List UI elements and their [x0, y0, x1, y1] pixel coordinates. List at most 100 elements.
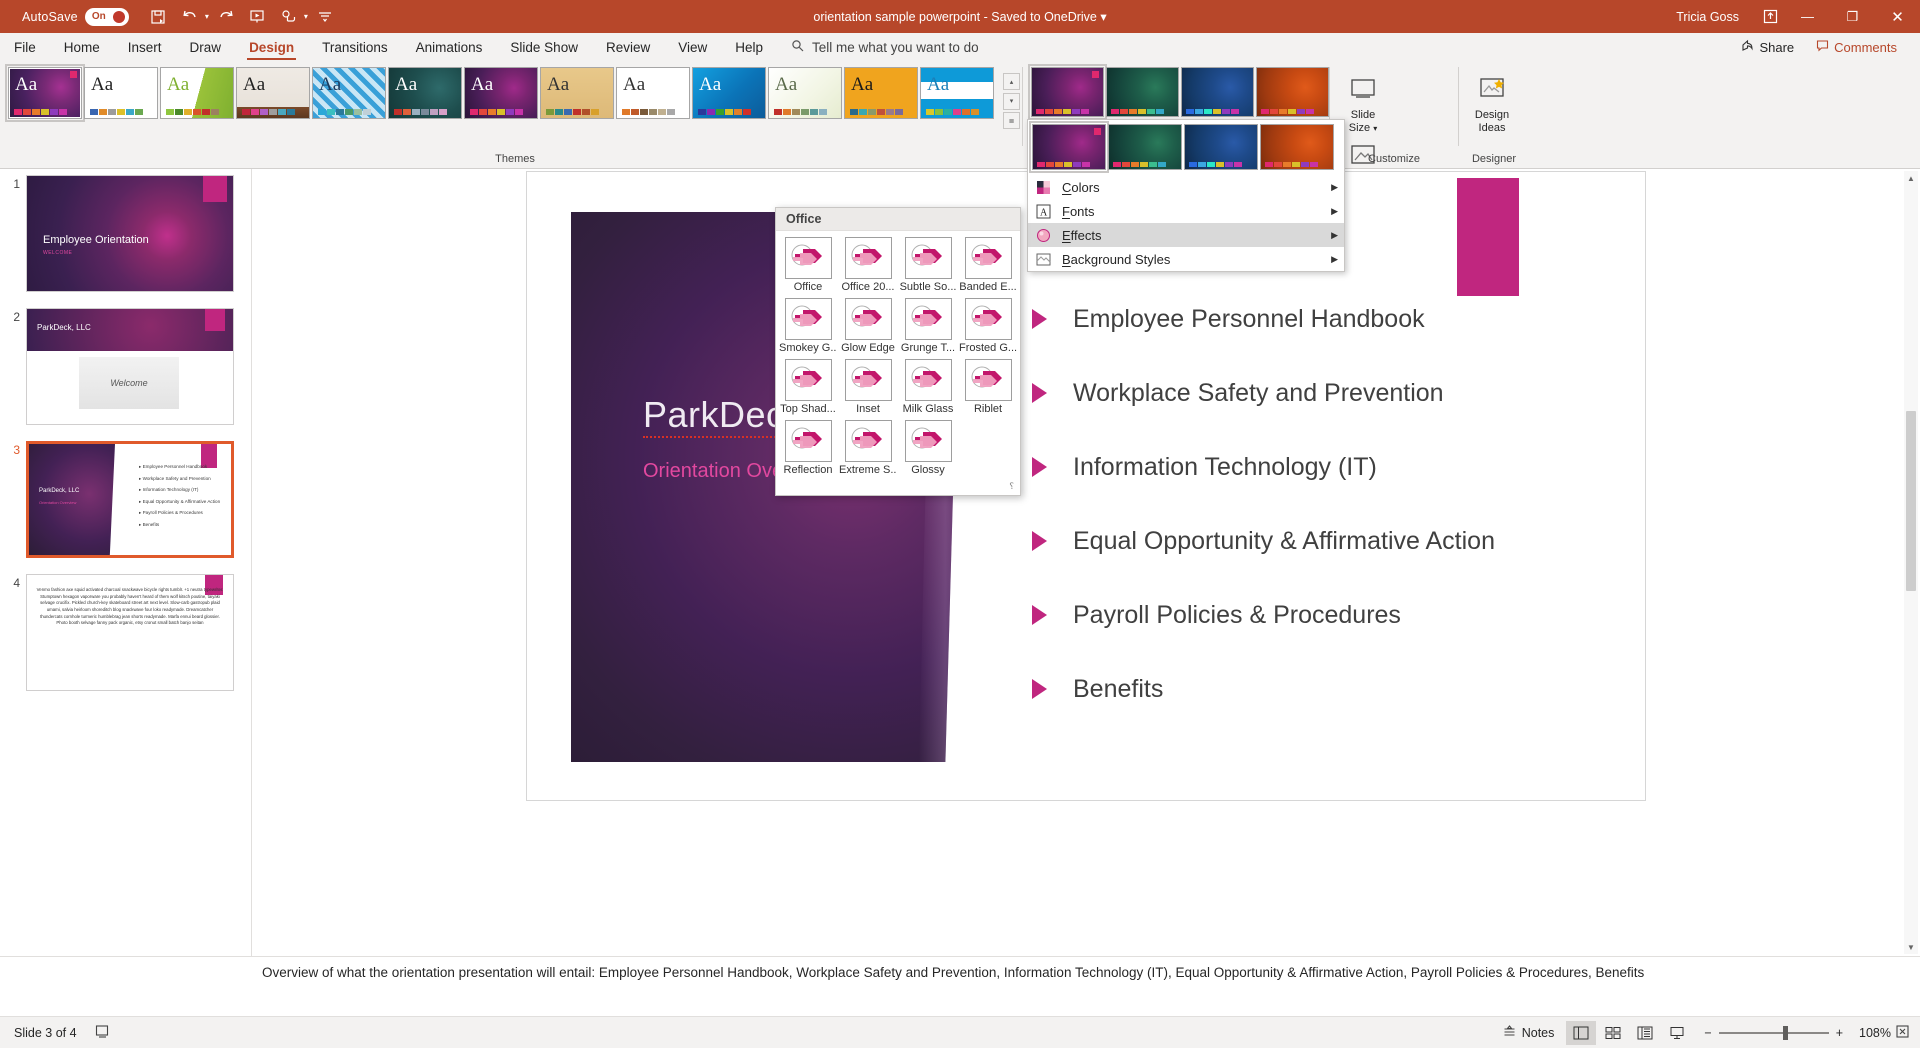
zoom-track[interactable]	[1718, 1025, 1829, 1040]
slide-thumbnail-preview[interactable]: ParkDeck, LLC Welcome	[26, 308, 234, 425]
effect-item-6[interactable]: Grunge T...	[898, 296, 958, 357]
slide-bullet-list[interactable]: Employee Personnel Handbook Workplace Saf…	[1032, 282, 1632, 726]
theme-thumb-9[interactable]: Aa	[692, 67, 766, 119]
variant-thumb-0[interactable]	[1028, 64, 1107, 120]
slide-thumbnail-preview[interactable]: Employee Orientation WELCOME	[26, 175, 234, 292]
tab-insert[interactable]: Insert	[114, 33, 176, 61]
share-button[interactable]: Share	[1732, 36, 1803, 58]
theme-thumb-4[interactable]: Aa	[312, 67, 386, 119]
effect-item-8[interactable]: Top Shad...	[778, 357, 838, 418]
slide-sorter-button[interactable]	[1598, 1021, 1628, 1045]
tab-home[interactable]: Home	[50, 33, 114, 61]
touch-caret-icon[interactable]: ▾	[304, 12, 308, 21]
theme-thumb-12[interactable]: Aa	[920, 67, 994, 119]
effect-item-1[interactable]: Office 20...	[838, 235, 898, 296]
zoom-knob[interactable]	[1782, 1025, 1788, 1040]
restore-button[interactable]: ❐	[1830, 0, 1875, 33]
comments-button[interactable]: Comments	[1807, 36, 1906, 58]
user-name[interactable]: Tricia Goss	[1676, 10, 1739, 24]
theme-thumb-8[interactable]: Aa	[616, 67, 690, 119]
slide-thumbnail-4[interactable]: 4 Venmo fashion axe squid activated charc…	[0, 574, 251, 691]
tab-view[interactable]: View	[664, 33, 721, 61]
redo-icon[interactable]	[213, 5, 240, 29]
theme-thumb-2[interactable]: Aa	[160, 67, 234, 119]
scroll-up-icon[interactable]: ▲	[1904, 171, 1918, 185]
variant-thumb-0[interactable]	[1029, 121, 1109, 173]
effect-item-7[interactable]: Frosted G...	[958, 296, 1018, 357]
slide-thumbnail-preview[interactable]: ParkDeck, LLC Orientation Overview ▸ Emplo…	[26, 441, 234, 558]
accessibility-icon[interactable]	[95, 1024, 110, 1042]
reading-view-button[interactable]	[1630, 1021, 1660, 1045]
slide-thumbnail-2[interactable]: 2 ParkDeck, LLC Welcome	[0, 308, 251, 425]
effect-item-10[interactable]: Milk Glass	[898, 357, 958, 418]
slide-thumbnail-3[interactable]: 3 ParkDeck, LLC Orientation Overview ▸ Empl…	[0, 441, 251, 558]
slide-bullet-1[interactable]: Workplace Safety and Prevention	[1032, 356, 1632, 430]
autosave-control[interactable]: AutoSave On	[22, 7, 129, 26]
variant-thumb-2[interactable]	[1181, 67, 1254, 117]
slide-thumbnail-preview[interactable]: Venmo fashion axe squid activated charco…	[26, 574, 234, 691]
theme-thumb-10[interactable]: Aa	[768, 67, 842, 119]
touch-mode-icon[interactable]	[275, 5, 302, 29]
variant-thumb-3[interactable]	[1260, 124, 1334, 170]
zoom-slider[interactable]: − +	[1704, 1025, 1843, 1040]
effect-item-13[interactable]: Extreme S...	[838, 418, 898, 479]
tab-help[interactable]: Help	[721, 33, 777, 61]
themes-gallery-scroll[interactable]: ▴ ▾ ≣	[1003, 73, 1020, 129]
customize-qat-icon[interactable]	[312, 5, 339, 29]
themes-scroll-down-icon[interactable]: ▾	[1003, 92, 1020, 110]
theme-thumb-6[interactable]: Aa	[464, 67, 538, 119]
scroll-down-icon[interactable]: ▼	[1904, 940, 1918, 954]
variant-thumb-2[interactable]	[1184, 124, 1258, 170]
effects-grid[interactable]: Office Office 20... Subtle So... Banded …	[776, 231, 1020, 481]
menu-fonts[interactable]: A Fonts ▶	[1028, 199, 1344, 223]
tab-draw[interactable]: Draw	[176, 33, 236, 61]
dropdown-variants-row[interactable]	[1028, 120, 1344, 175]
fit-to-window-button[interactable]	[1895, 1024, 1910, 1042]
tab-transitions[interactable]: Transitions	[308, 33, 402, 61]
document-title-caret-icon[interactable]: ▾	[1100, 10, 1106, 24]
close-button[interactable]: ✕	[1875, 0, 1920, 33]
themes-gallery[interactable]: Aa Aa Aa Aa Aa Aa Aa Aa Aa Aa Aa Aa Aa	[5, 64, 1022, 129]
slide-bullet-4[interactable]: Payroll Policies & Procedures	[1032, 578, 1632, 652]
theme-thumb-3[interactable]: Aa	[236, 67, 310, 119]
slide-bullet-5[interactable]: Benefits	[1032, 652, 1632, 726]
effect-item-2[interactable]: Subtle So...	[898, 235, 958, 296]
effect-item-11[interactable]: Riblet	[958, 357, 1018, 418]
themes-more-icon[interactable]: ≣	[1003, 112, 1020, 129]
notes-pane[interactable]: Overview of what the orientation present…	[0, 956, 1920, 1016]
minimize-button[interactable]: —	[1785, 0, 1830, 33]
slide-vertical-scrollbar[interactable]: ▲ ▼	[1904, 171, 1918, 954]
variant-thumb-1[interactable]	[1108, 124, 1182, 170]
theme-thumb-1[interactable]: Aa	[84, 67, 158, 119]
effect-item-4[interactable]: Smokey G...	[778, 296, 838, 357]
slide-bullet-3[interactable]: Equal Opportunity & Affirmative Action	[1032, 504, 1632, 578]
menu-colors[interactable]: Colors ▶	[1028, 175, 1344, 199]
effect-item-5[interactable]: Glow Edge	[838, 296, 898, 357]
autosave-toggle[interactable]: On	[84, 7, 129, 26]
design-ideas-button[interactable]: Design Ideas	[1463, 67, 1521, 134]
menu-background-styles[interactable]: Background Styles ▶	[1028, 247, 1344, 271]
menu-effects[interactable]: Effects ▶	[1028, 223, 1344, 247]
start-slideshow-icon[interactable]	[244, 5, 271, 29]
slideshow-button[interactable]	[1662, 1021, 1692, 1045]
effect-item-9[interactable]: Inset	[838, 357, 898, 418]
resize-grip-icon[interactable]: ⸮	[776, 481, 1020, 495]
themes-scroll-up-icon[interactable]: ▴	[1003, 73, 1020, 90]
theme-thumb-11[interactable]: Aa	[844, 67, 918, 119]
tab-file[interactable]: File	[0, 33, 50, 61]
undo-icon[interactable]	[176, 5, 203, 29]
normal-view-button[interactable]	[1566, 1020, 1597, 1045]
slide-thumbnail-pane[interactable]: 1 Employee Orientation WELCOME 2 ParkDeck, L…	[0, 169, 252, 956]
tab-animations[interactable]: Animations	[402, 33, 497, 61]
zoom-in-button[interactable]: +	[1836, 1026, 1843, 1040]
tab-slide-show[interactable]: Slide Show	[496, 33, 592, 61]
slide-bullet-2[interactable]: Information Technology (IT)	[1032, 430, 1632, 504]
slide-counter[interactable]: Slide 3 of 4	[14, 1026, 77, 1040]
notes-toggle-button[interactable]: Notes	[1495, 1023, 1563, 1043]
variant-thumb-3[interactable]	[1256, 67, 1329, 117]
undo-caret-icon[interactable]: ▾	[205, 12, 209, 21]
slide-thumbnail-1[interactable]: 1 Employee Orientation WELCOME	[0, 175, 251, 292]
tell-me-search[interactable]: Tell me what you want to do	[791, 39, 979, 55]
effect-item-3[interactable]: Banded E...	[958, 235, 1018, 296]
effect-item-12[interactable]: Reflection	[778, 418, 838, 479]
